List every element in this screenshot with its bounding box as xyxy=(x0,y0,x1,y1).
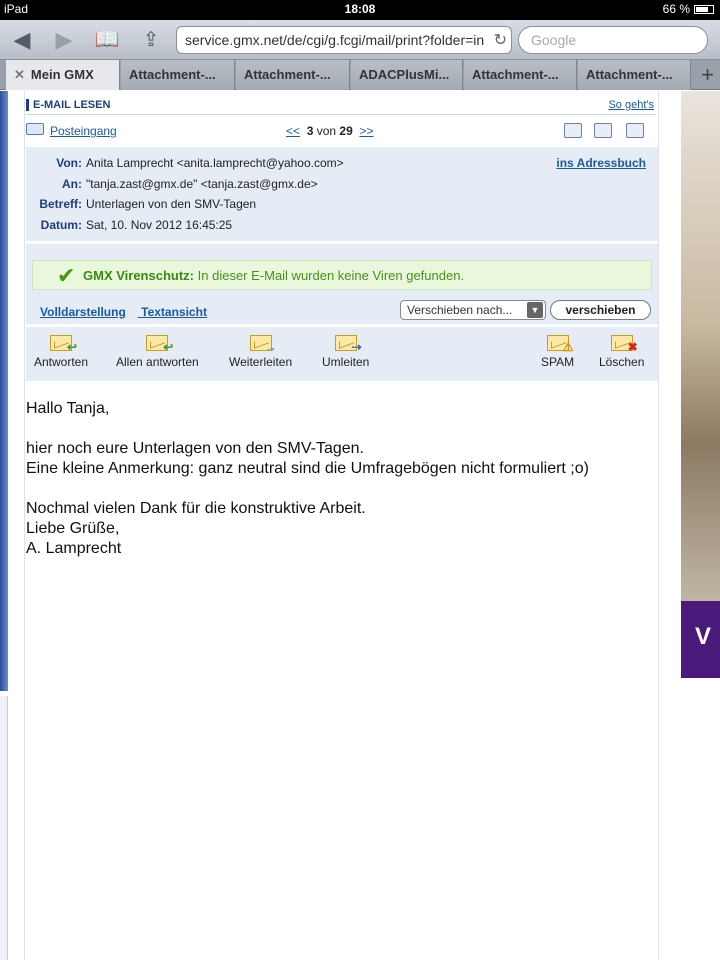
redirect-button[interactable]: ⇢ Umleiten xyxy=(322,335,369,369)
delete-button[interactable]: ✖ Löschen xyxy=(599,335,644,369)
tab-attachment-1[interactable]: Attachment-... xyxy=(121,60,235,90)
body-line: hier noch eure Unterlagen von den SMV-Ta… xyxy=(26,440,364,457)
move-button[interactable]: verschieben xyxy=(550,300,651,320)
pager: << 3 von 29 >> xyxy=(286,124,374,138)
to-value: "tanja.zast@gmx.de" <tanja.zast@gmx.de> xyxy=(86,177,318,191)
tab-bar: ✕ Mein GMX Attachment-... Attachment-... … xyxy=(0,60,720,90)
tab-adacplus[interactable]: ADACPlusMi... xyxy=(351,60,463,90)
search-field[interactable]: Google xyxy=(518,26,708,54)
total-mails: 29 xyxy=(339,124,353,138)
body-line: Eine kleine Anmerkung: ganz neutral sind… xyxy=(26,460,589,477)
advertisement-image[interactable] xyxy=(681,91,720,678)
url-text: service.gmx.net/de/cgi/g.fcgi/mail/print… xyxy=(185,32,485,48)
reply-icon: ↩ xyxy=(50,335,77,354)
signature: A. Lamprecht xyxy=(26,540,122,557)
battery-percent: 66 % xyxy=(662,2,690,16)
date-value: Sat, 10. Nov 2012 16:45:25 xyxy=(86,218,233,232)
forward-button[interactable]: → Weiterleiten xyxy=(229,335,292,369)
reply-all-icon: ↩ xyxy=(146,335,173,354)
print-icon[interactable] xyxy=(594,123,612,138)
spam-button[interactable]: ⚠ SPAM xyxy=(541,335,574,369)
envelope-icon[interactable] xyxy=(626,123,644,138)
dropdown-arrow-icon: ▼ xyxy=(527,302,543,318)
tab-attachment-4[interactable]: Attachment-... xyxy=(578,60,691,90)
webpage: V E-MAIL LESEN So geht's Posteingang << … xyxy=(0,91,720,960)
mail-header: Von: Anita Lamprecht <anita.lamprecht@ya… xyxy=(26,147,658,241)
virus-scan-notice: ✔ GMX Virenschutz: In dieser E-Mail wurd… xyxy=(32,260,652,290)
spam-icon: ⚠ xyxy=(546,335,574,354)
tab-attachment-3[interactable]: Attachment-... xyxy=(464,60,577,90)
next-mail-link[interactable]: >> xyxy=(359,124,373,138)
advertisement-banner[interactable]: V xyxy=(681,601,720,678)
closing: Liebe Grüße, xyxy=(26,520,120,537)
clock: 18:08 xyxy=(344,2,376,16)
reload-icon[interactable]: ↻ xyxy=(494,30,507,50)
share-icon[interactable]: ⇪ xyxy=(138,28,164,52)
address-book-link[interactable]: ins Adressbuch xyxy=(556,156,646,170)
forward-icon[interactable]: ▶ xyxy=(54,28,74,52)
text-view-link[interactable]: Textansicht xyxy=(141,305,207,319)
battery-icon xyxy=(694,4,714,14)
close-tab-icon[interactable]: ✕ xyxy=(14,67,25,82)
forward-mail-icon: → xyxy=(249,335,277,354)
reply-button[interactable]: ↩ Antworten xyxy=(34,335,88,369)
full-view-link[interactable]: Volldarstellung xyxy=(40,305,126,319)
mail-options: ✔ GMX Virenschutz: In dieser E-Mail wurd… xyxy=(26,244,658,324)
left-sidebar-edge xyxy=(0,91,8,691)
inbox-link[interactable]: Posteingang xyxy=(50,124,117,138)
redirect-icon: ⇢ xyxy=(334,335,362,354)
reply-all-button[interactable]: ↩ Allen antworten xyxy=(116,335,199,369)
tab-mein-gmx[interactable]: ✕ Mein GMX xyxy=(6,60,120,90)
mail-body: Hallo Tanja, hier noch eure Unterlagen v… xyxy=(26,399,654,559)
url-field[interactable]: service.gmx.net/de/cgi/g.fcgi/mail/print… xyxy=(176,26,512,54)
back-icon[interactable]: ◀ xyxy=(12,28,32,52)
save-icon[interactable] xyxy=(564,123,582,138)
action-bar: ↩ Antworten ↩ Allen antworten → Weiterle… xyxy=(26,327,658,381)
bookmarks-icon[interactable]: 📖 xyxy=(94,28,120,52)
help-link[interactable]: So geht's xyxy=(608,99,654,111)
section-header: E-MAIL LESEN So geht's xyxy=(26,99,656,115)
delete-icon: ✖ xyxy=(610,335,638,354)
body-line: Nochmal vielen Dank für die konstruktive… xyxy=(26,500,366,517)
greeting: Hallo Tanja, xyxy=(26,400,110,417)
prev-mail-link[interactable]: << xyxy=(286,124,300,138)
current-mail-number: 3 xyxy=(306,124,314,138)
tab-attachment-2[interactable]: Attachment-... xyxy=(236,60,350,90)
status-bar: iPad 18:08 66 % xyxy=(0,0,720,20)
move-to-select[interactable]: Verschieben nach... ▼ xyxy=(400,300,546,320)
subject-value: Unterlagen von den SMV-Tagen xyxy=(86,197,257,211)
section-title: E-MAIL LESEN xyxy=(26,99,110,111)
new-tab-icon[interactable]: + xyxy=(701,62,714,88)
mail-nav-row: Posteingang << 3 von 29 >> xyxy=(26,123,656,141)
checkmark-icon: ✔ xyxy=(57,263,76,288)
browser-toolbar: ◀ ▶ 📖 ⇪ service.gmx.net/de/cgi/g.fcgi/ma… xyxy=(0,20,720,60)
folder-icon xyxy=(26,123,44,135)
from-value: Anita Lamprecht <anita.lamprecht@yahoo.c… xyxy=(86,156,344,170)
